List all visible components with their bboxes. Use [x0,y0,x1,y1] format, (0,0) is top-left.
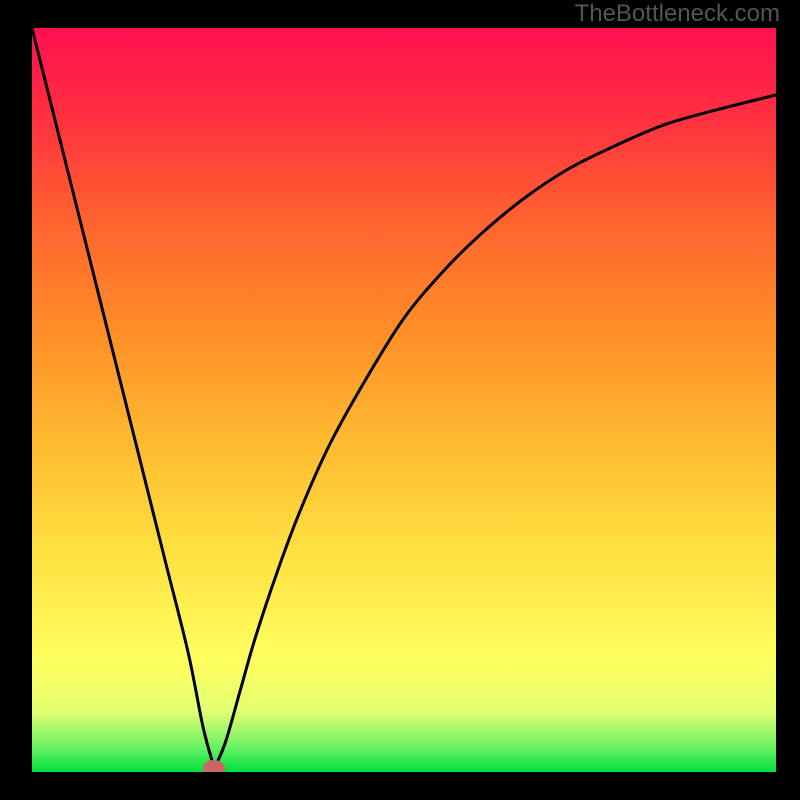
minimum-marker [203,760,225,772]
watermark-text: TheBottleneck.com [575,0,780,28]
chart-container: TheBottleneck.com [0,0,800,800]
bottleneck-curve-svg [32,28,776,772]
bottleneck-curve [32,28,776,772]
plot-area [32,28,776,772]
